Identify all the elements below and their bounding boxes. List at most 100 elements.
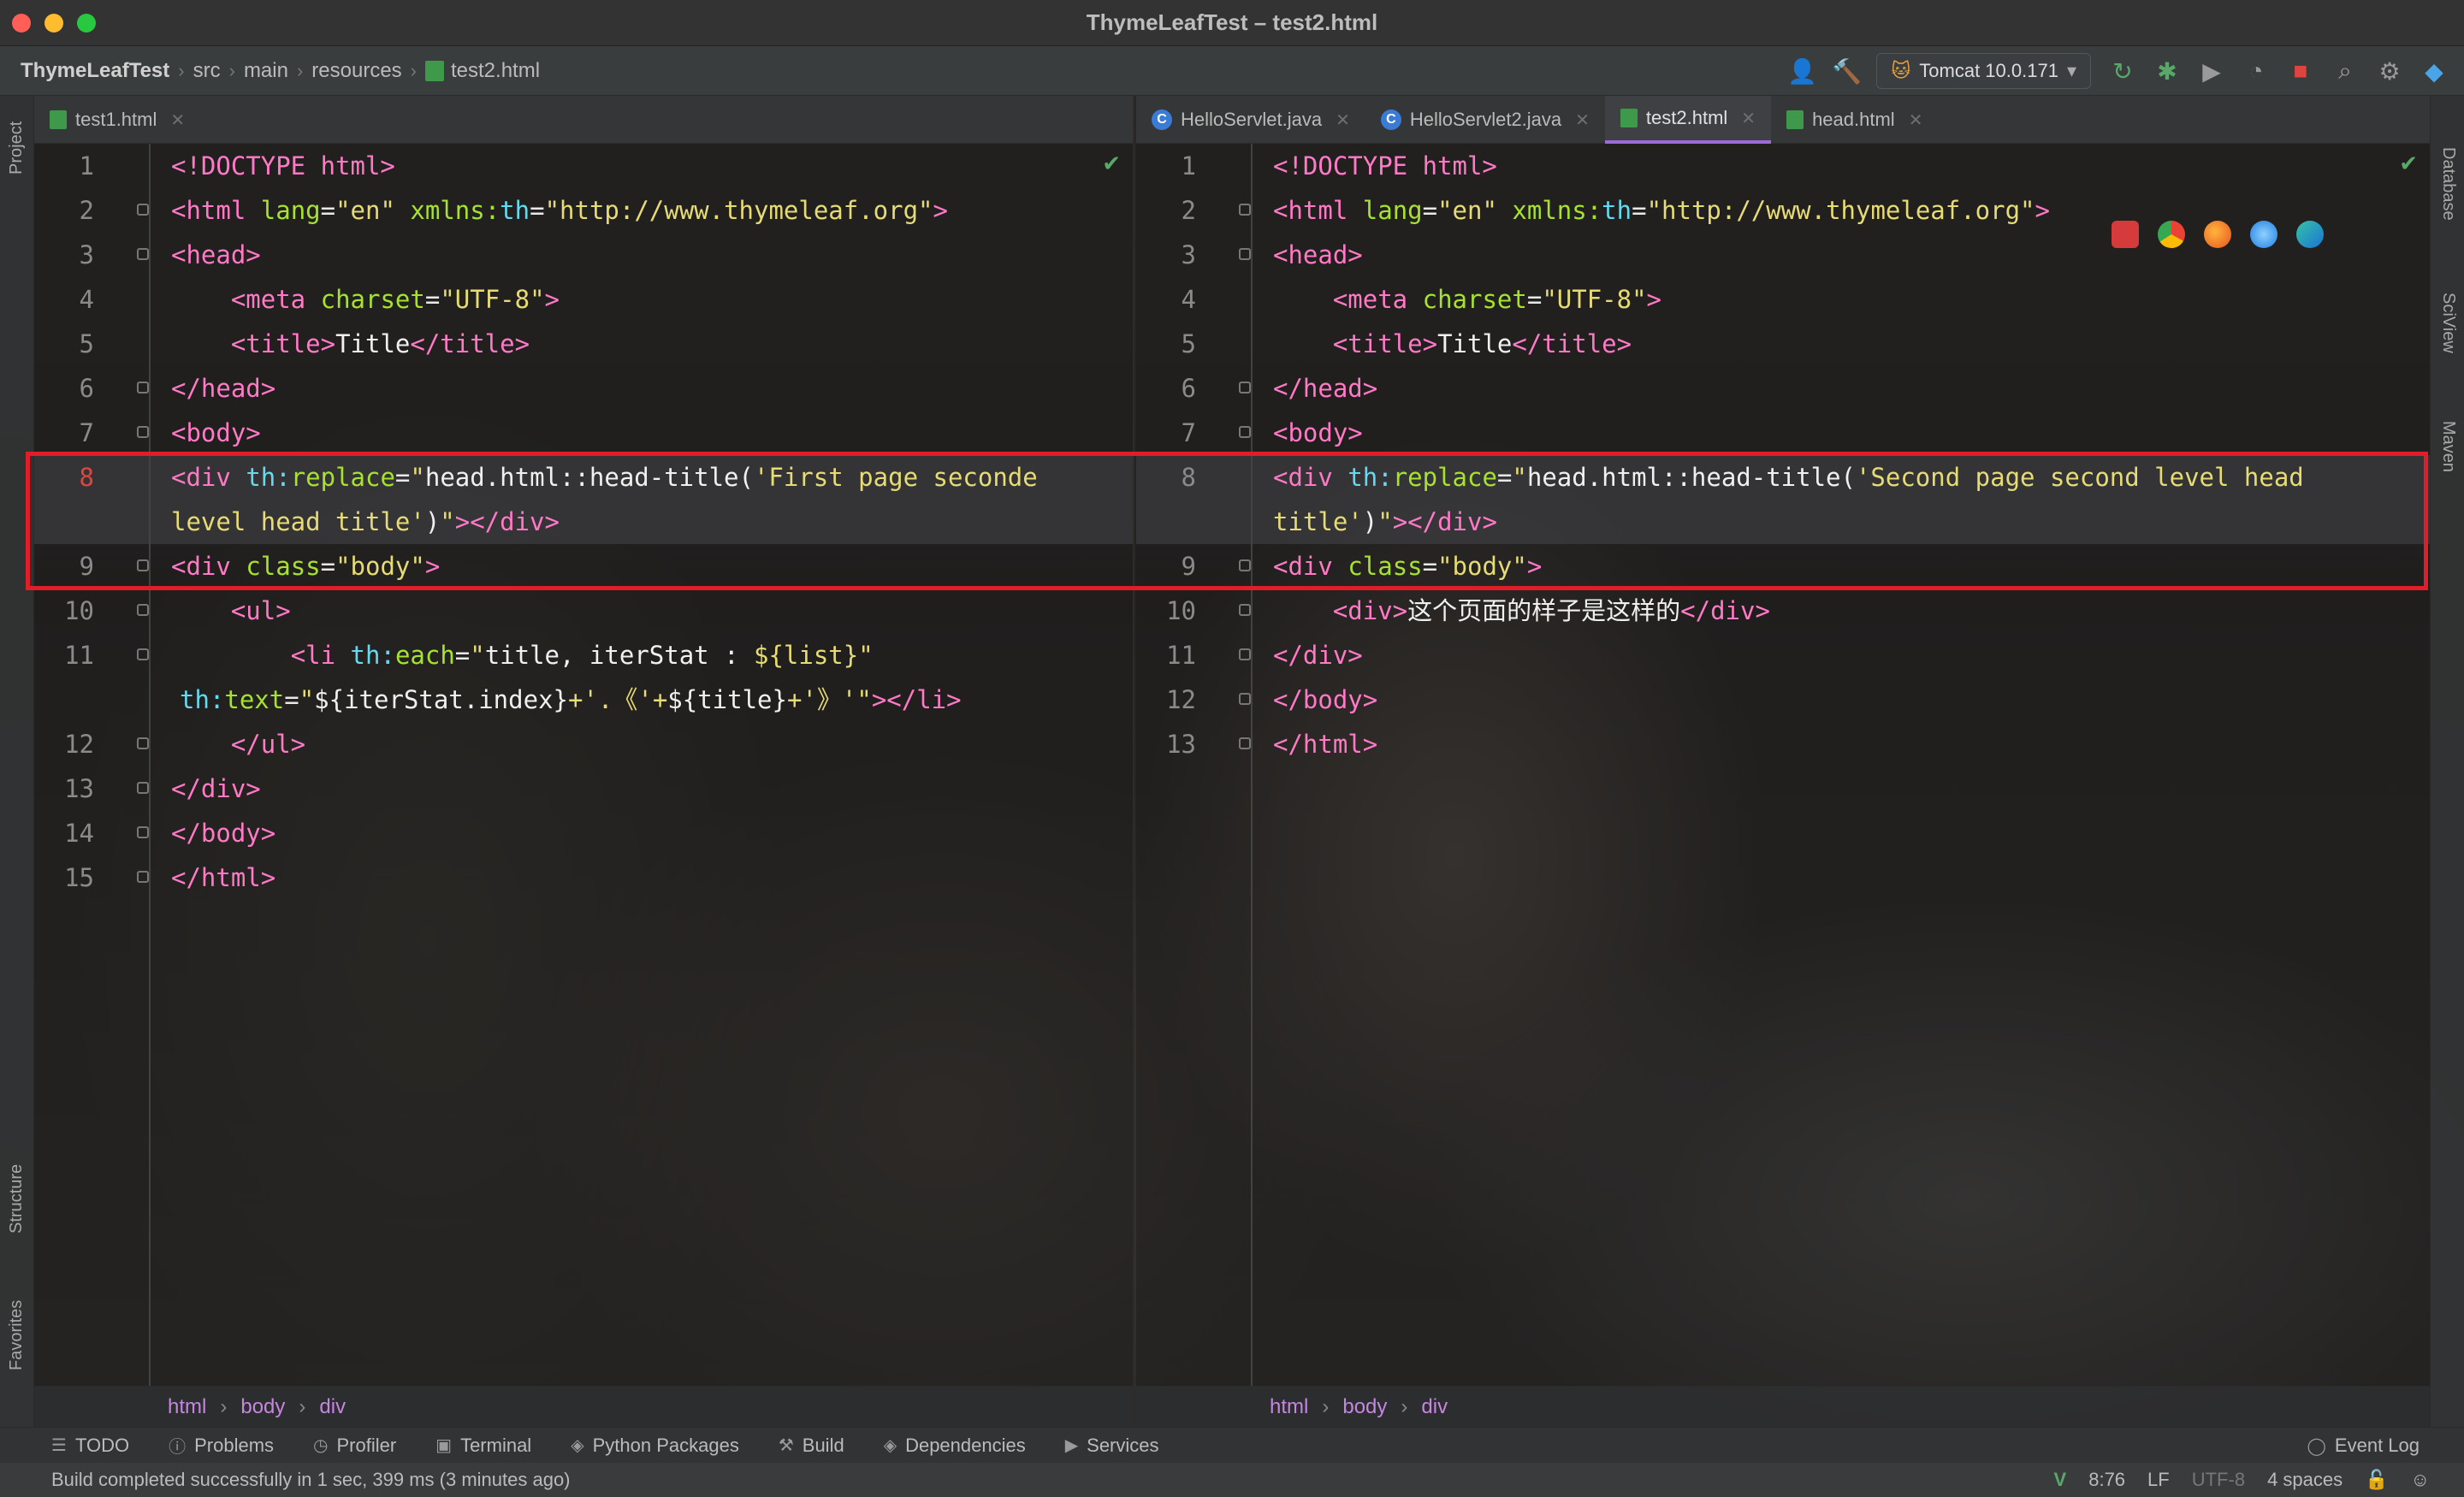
stop-icon[interactable]: ■ <box>2288 57 2313 85</box>
code-line[interactable]: 6 </head> <box>34 366 1133 411</box>
editor-tab[interactable]: test2.html ✕ <box>1604 96 1772 144</box>
rerun-icon[interactable]: ↻ <box>2110 57 2135 86</box>
fold-marker-icon[interactable] <box>1239 382 1251 393</box>
fold-marker-icon[interactable] <box>137 782 149 794</box>
dependencies-tool-button[interactable]: ◈ Dependencies <box>884 1435 1026 1457</box>
code-line[interactable]: 14 </body> <box>34 811 1133 855</box>
gear-icon[interactable]: ⚙ <box>2377 57 2402 86</box>
profiler-tool-button[interactable]: ◷ Profiler <box>313 1435 396 1457</box>
code-line[interactable]: 5 <title>Title</title> <box>1136 322 2430 366</box>
close-tab-icon[interactable]: ✕ <box>1575 109 1590 131</box>
structure-breadcrumb-item[interactable]: html <box>1270 1395 1308 1419</box>
indent-setting[interactable]: 4 spaces <box>2267 1469 2343 1491</box>
fold-marker-icon[interactable] <box>1239 648 1251 660</box>
build-tool-button[interactable]: ⚒ Build <box>779 1435 844 1457</box>
fold-marker-icon[interactable] <box>137 871 149 883</box>
code-line[interactable]: 10 <div>这个页面的样子是这样的</div> <box>1136 589 2430 633</box>
caret-position[interactable]: 8:76 <box>2088 1469 2125 1491</box>
close-tab-icon[interactable]: ✕ <box>1909 109 1923 131</box>
coverage-icon[interactable]: ▶ <box>2199 57 2224 86</box>
structure-breadcrumb-item[interactable]: body <box>1342 1395 1387 1419</box>
editor-tab[interactable]: head.html ✕ <box>1771 96 1938 144</box>
fold-marker-icon[interactable] <box>137 604 149 616</box>
favorites-tool-button[interactable]: Favorites <box>7 1300 27 1370</box>
database-tool-button[interactable]: Database <box>2438 147 2458 221</box>
code-line[interactable]: 6 </head> <box>1136 366 2430 411</box>
fold-marker-icon[interactable] <box>137 559 149 571</box>
services-tool-button[interactable]: ▶ Services <box>1065 1435 1159 1457</box>
breadcrumb-main[interactable]: main <box>244 59 288 83</box>
vcs-icon[interactable]: V <box>2054 1469 2067 1491</box>
code-line[interactable]: level head title')"></div> <box>34 500 1133 544</box>
code-line[interactable]: 7 <body> <box>34 411 1133 455</box>
fold-marker-icon[interactable] <box>1239 204 1251 216</box>
breadcrumb-src[interactable]: src <box>193 59 221 83</box>
breadcrumb-project[interactable]: ThymeLeafTest <box>21 59 169 83</box>
editor-tab[interactable]: test1.html ✕ <box>34 96 200 144</box>
minimize-window-button[interactable] <box>44 14 63 33</box>
code-line[interactable]: 7 <body> <box>1136 411 2430 455</box>
user-icon[interactable]: 👤 <box>1787 57 1817 86</box>
fold-marker-icon[interactable] <box>1239 559 1251 571</box>
code-line[interactable]: 13 </html> <box>1136 722 2430 766</box>
code-line[interactable]: 9 <div class="body"> <box>34 544 1133 589</box>
structure-tool-button[interactable]: Structure <box>7 1164 27 1234</box>
code-line[interactable]: 4 <meta charset="UTF-8"> <box>34 277 1133 322</box>
problems-tool-button[interactable]: ⓘ Problems <box>169 1433 274 1458</box>
project-tool-button[interactable]: Project <box>7 121 27 175</box>
structure-breadcrumb-item[interactable]: body <box>240 1395 285 1419</box>
code-line[interactable]: 1 <!DOCTYPE html> <box>34 144 1133 188</box>
python-packages-tool-button[interactable]: ◈ Python Packages <box>571 1435 739 1457</box>
search-icon[interactable]: ⌕ <box>2332 57 2358 86</box>
code-line[interactable]: 1 <!DOCTYPE html> <box>1136 144 2430 188</box>
profile-icon[interactable]: ◔ <box>2243 57 2269 85</box>
code-line[interactable]: 12 </body> <box>1136 677 2430 722</box>
left-code-area[interactable]: 1 <!DOCTYPE html> 2 <html lang="en" xmlns:t… <box>34 144 1133 1386</box>
edge-icon[interactable] <box>2296 221 2324 248</box>
code-line[interactable]: 3 <head> <box>34 233 1133 277</box>
code-line[interactable]: 9 <div class="body"> <box>1136 544 2430 589</box>
chrome-icon[interactable] <box>2158 221 2185 248</box>
fold-marker-icon[interactable] <box>137 648 149 660</box>
fold-marker-icon[interactable] <box>137 204 149 216</box>
code-line[interactable]: 8 <div th:replace="head.html::head-title(… <box>34 455 1133 500</box>
code-line[interactable]: 15 </html> <box>34 855 1133 900</box>
close-tab-icon[interactable]: ✕ <box>1741 108 1756 129</box>
structure-breadcrumb-item[interactable]: div <box>319 1395 346 1419</box>
terminal-tool-button[interactable]: ▣ Terminal <box>435 1435 531 1457</box>
firefox-icon[interactable] <box>2204 221 2231 248</box>
breadcrumb-resources[interactable]: resources <box>311 59 401 83</box>
close-tab-icon[interactable]: ✕ <box>1336 109 1350 131</box>
right-code-area[interactable]: 1 <!DOCTYPE html> 2 <html lang="en" xmlns:t… <box>1136 144 2430 1386</box>
fold-marker-icon[interactable] <box>1239 737 1251 749</box>
breadcrumb-file[interactable]: test2.html <box>451 59 540 83</box>
ide-logo-icon[interactable]: ◆ <box>2421 57 2447 86</box>
fold-marker-icon[interactable] <box>137 737 149 749</box>
code-line[interactable]: 2 <html lang="en" xmlns:th="http://www.th… <box>34 188 1133 233</box>
file-encoding[interactable]: UTF-8 <box>2192 1469 2245 1491</box>
fold-marker-icon[interactable] <box>1239 604 1251 616</box>
code-line[interactable]: 11 </div> <box>1136 633 2430 677</box>
close-tab-icon[interactable]: ✕ <box>170 109 185 131</box>
fold-marker-icon[interactable] <box>137 426 149 438</box>
maven-tool-button[interactable]: Maven <box>2438 421 2458 472</box>
todo-tool-button[interactable]: ☰ TODO <box>51 1435 129 1457</box>
inspector-icon[interactable]: ☺ <box>2411 1469 2430 1491</box>
zoom-window-button[interactable] <box>77 14 96 33</box>
fold-marker-icon[interactable] <box>137 826 149 838</box>
code-line[interactable]: 10 <ul> <box>34 589 1133 633</box>
event-log-button[interactable]: ◯ Event Log <box>2307 1428 2420 1464</box>
code-line[interactable]: title')"></div> <box>1136 500 2430 544</box>
fold-marker-icon[interactable] <box>137 248 149 260</box>
fold-marker-icon[interactable] <box>1239 426 1251 438</box>
close-window-button[interactable] <box>12 14 31 33</box>
code-line[interactable]: 11 <li th:each="title, iterStat : ${list… <box>34 633 1133 677</box>
code-line[interactable]: th:text="${iterStat.index}+'.《'+${title}… <box>34 677 1133 722</box>
status-message[interactable]: Build completed successfully in 1 sec, 3… <box>51 1469 571 1491</box>
fold-marker-icon[interactable] <box>1239 248 1251 260</box>
code-line[interactable]: 4 <meta charset="UTF-8"> <box>1136 277 2430 322</box>
fold-marker-icon[interactable] <box>1239 693 1251 705</box>
debug-icon[interactable]: ✱ <box>2154 57 2180 86</box>
sciview-tool-button[interactable]: SciView <box>2438 293 2458 353</box>
structure-breadcrumb-item[interactable]: div <box>1421 1395 1448 1419</box>
